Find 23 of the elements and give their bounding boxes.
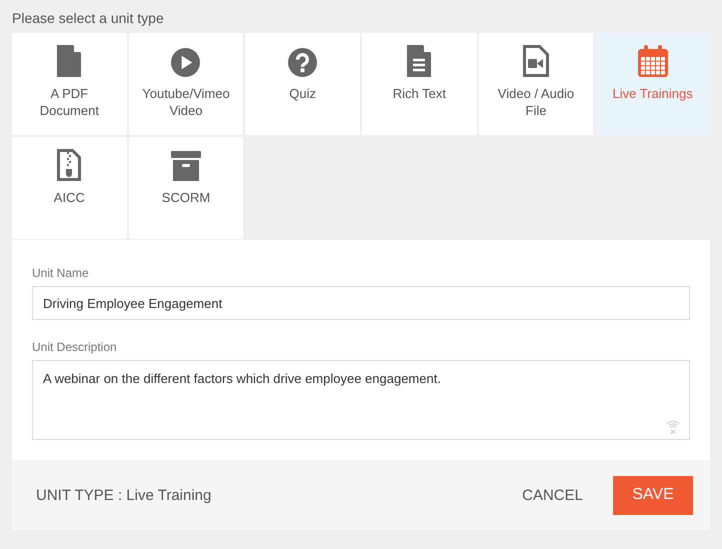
play-icon xyxy=(171,48,200,77)
document-icon xyxy=(57,45,82,77)
unit-type-tile[interactable]: Quiz xyxy=(245,33,360,135)
description-field[interactable]: A webinar on the different factors which drive employee engagement. xyxy=(32,360,690,440)
video-file-icon xyxy=(522,45,549,77)
calendar-icon xyxy=(638,45,668,77)
unit-type-tile[interactable]: A PDF Document xyxy=(12,33,127,135)
unit-type-tile[interactable]: Rich Text xyxy=(362,33,477,135)
text-document-icon xyxy=(407,45,432,77)
unit-type-tile[interactable]: Video / Audio File xyxy=(478,33,594,135)
unit-type-tile[interactable]: Youtube/Vimeo Video xyxy=(128,33,244,135)
unit-type-tile[interactable]: AICC xyxy=(12,137,127,239)
cancel-button[interactable]: CANCEL xyxy=(516,486,589,504)
archive-box-icon xyxy=(170,151,201,181)
field-label: Unit Name xyxy=(32,266,90,280)
signal-icon xyxy=(666,420,680,434)
unit-type-text: UNIT TYPE : Live Training xyxy=(36,486,212,504)
question-icon xyxy=(288,48,318,77)
section-heading: Please select a unit type xyxy=(12,9,165,27)
unit-name-field[interactable]: Driving Employee Engagement xyxy=(32,286,690,320)
unit-type-tile[interactable]: SCORM xyxy=(128,137,244,239)
zip-file-icon xyxy=(57,149,82,181)
field-label: Unit Description xyxy=(32,340,118,354)
